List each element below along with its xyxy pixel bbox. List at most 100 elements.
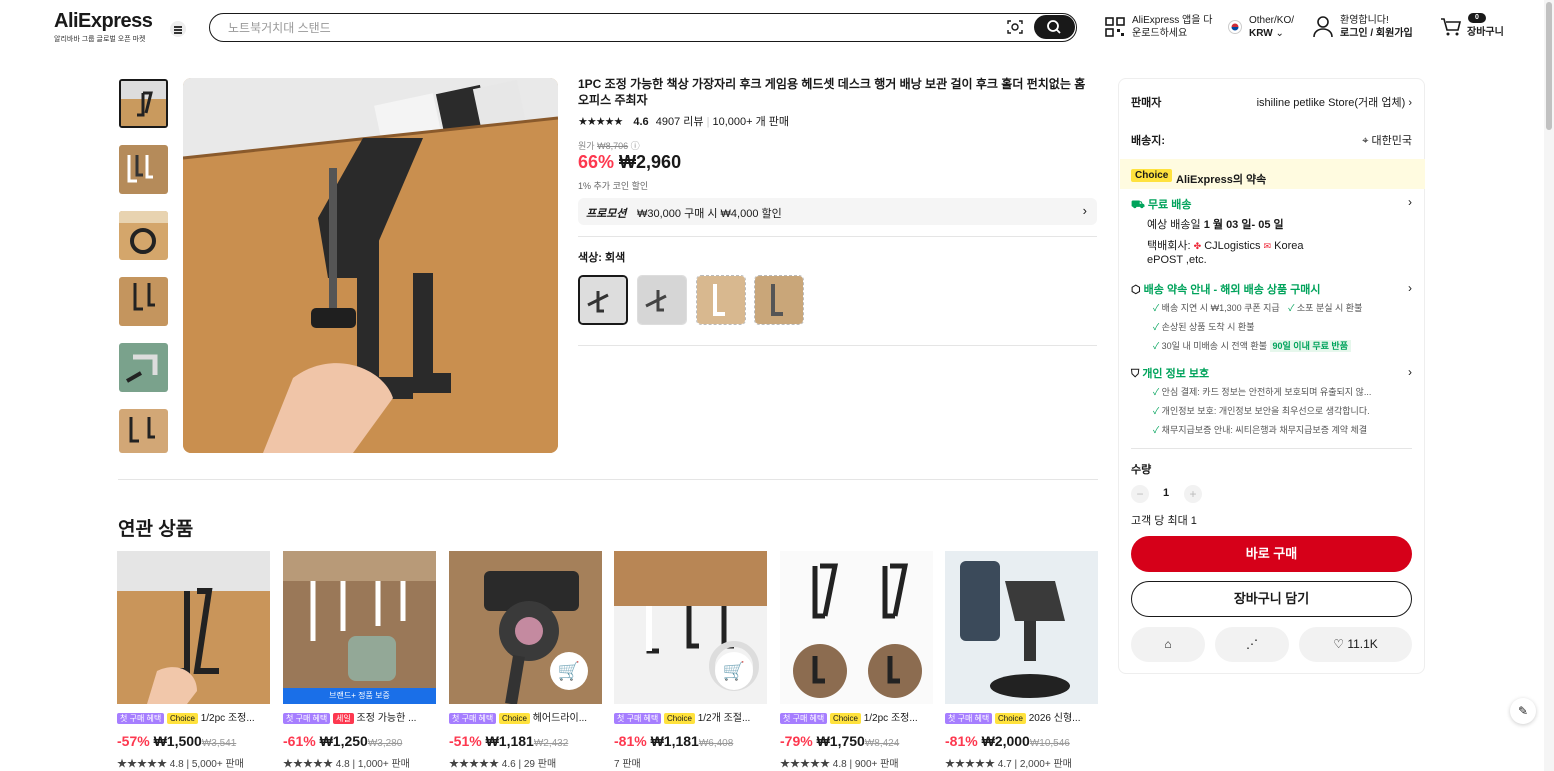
related-product-image[interactable]: 🛒 [614,551,767,704]
reviews-link[interactable]: 4907 리뷰 [656,116,704,128]
check-icon: ✓ [1153,406,1160,416]
chevron-right-icon[interactable]: › [1408,365,1412,379]
shield-check-icon: ⛉ [1131,368,1140,380]
related-product-name[interactable]: 조정 가능한 ... [357,713,417,724]
check-icon: ✓ [1153,387,1160,397]
purchase-panel: 판매자 ishiline petlike Store(거래 업체) › 배송지:… [1118,78,1425,674]
check-icon: ✓ [1288,303,1295,313]
related-product-name[interactable]: 헤어드라이... [533,713,587,724]
free-shipping[interactable]: ⛟ 무료 배송 [1131,196,1412,213]
check-icon: ✓ [1153,341,1160,351]
seller-link[interactable]: ishiline petlike Store(거래 업체) › [1131,94,1412,110]
cart-label[interactable]: 장바구니 [1467,26,1504,39]
store-icon: ⌂ [1164,637,1172,651]
gallery-thumb[interactable] [119,409,168,453]
gallery-thumb[interactable] [119,277,168,326]
color-swatch-4[interactable] [754,275,804,325]
region-currency-selector[interactable]: Other/KO/ KRW ⌄ [1249,14,1294,40]
image-search-icon[interactable] [1007,19,1023,35]
account-link[interactable]: 환영합니다! 로그인 / 회원가입 [1340,14,1413,40]
color-swatch-3[interactable] [696,275,746,325]
store-button[interactable]: ⌂ [1131,627,1205,662]
menu-icon[interactable] [170,21,186,37]
ship-to-selector[interactable]: ⌖ 대한민국 [1131,132,1412,148]
share-button[interactable]: ⋰ [1215,627,1289,662]
qr-code-icon[interactable] [1105,17,1125,37]
related-product-card[interactable]: 첫 구매 혜택 Choice 1/2pc 조정... -57% ₩1,500₩3… [117,551,270,770]
korea-flag-icon [1228,20,1242,34]
search-input[interactable] [228,18,988,37]
related-product-name[interactable]: 1/2pc 조정... [201,713,255,724]
color-label: 색상: 회색 [578,252,626,264]
related-product-image[interactable]: 🛒 [449,551,602,704]
related-product-card[interactable]: 브랜드+ 정품 보증 첫 구매 혜택 세일 조정 가능한 ... -61% ₩1… [283,551,436,770]
chevron-right-icon[interactable]: › [1408,195,1412,209]
divider [578,345,1097,346]
related-products-title: 연관 상품 [118,519,194,540]
shield-icon: ⬡ [1131,284,1141,296]
gallery-thumb[interactable] [119,343,168,392]
gallery-thumb[interactable] [119,79,168,128]
gallery-thumb[interactable] [119,211,168,260]
add-to-cart-icon[interactable]: 🛒 [715,652,753,690]
korea-post-logo-icon: ✉ [1263,241,1272,251]
related-product-image[interactable] [117,551,270,704]
related-product-image[interactable] [945,551,1098,704]
rating-stars-icon: ★★★★★ [117,759,167,770]
choice-badge: Choice [1131,169,1173,182]
color-swatch-gray[interactable] [578,275,628,325]
original-price: 원가 ₩8,706 ⓘ [578,141,640,151]
cart-count-badge: 0 [1468,13,1486,23]
product-title: 1PC 조정 가능한 책상 가장자리 후크 게임용 헤드셋 데스크 행거 배낭 … [578,77,1086,107]
quantity-decrease-button[interactable]: − [1131,485,1149,503]
gallery-thumb[interactable] [119,145,168,194]
related-product-image[interactable]: 브랜드+ 정품 보증 [283,551,436,704]
quantity-label: 수량 [1131,464,1152,476]
divider [1131,448,1412,449]
edit-icon[interactable]: ✎ [1510,698,1536,724]
related-product-name[interactable]: 1/2개 조절... [698,713,751,724]
color-swatch-2[interactable] [637,275,687,325]
chevron-right-icon: › [1082,203,1087,218]
related-product-image[interactable] [780,551,933,704]
search-bar [209,13,1077,42]
chevron-right-icon[interactable]: › [1408,281,1412,295]
add-to-cart-button[interactable]: 장바구니 담기 [1131,581,1412,617]
related-product-card[interactable]: 🛒 첫 구매 혜택 Choice 헤어드라이... -51% ₩1,181₩2,… [449,551,602,770]
main-product-image[interactable] [183,78,558,453]
rating-stars-icon: ★★★★★ [945,759,995,770]
rating-stars-icon: ★★★★★ [449,759,499,770]
buy-now-button[interactable]: 바로 구매 [1131,536,1412,572]
user-icon[interactable] [1313,16,1333,38]
scrollbar-thumb[interactable] [1546,2,1552,130]
related-product-card[interactable]: 첫 구매 혜택 Choice 1/2pc 조정... -79% ₩1,750₩8… [780,551,933,770]
delivery-promise[interactable]: ⬡ 배송 약속 안내 - 해외 배송 상품 구매시 [1131,281,1412,297]
related-product-name[interactable]: 1/2pc 조정... [864,713,918,724]
search-icon [1047,20,1061,34]
related-product-name[interactable]: 2026 신형... [1029,713,1081,724]
quantity-increase-button[interactable]: + [1184,485,1202,503]
sale-price: 66% ₩2,960 [578,152,682,172]
quantity-value[interactable]: 1 [1163,487,1169,499]
rating-summary: ★★★★★ 4.6 4907 리뷰 | 10,000+ 개 판매 [578,116,790,128]
related-product-card[interactable]: 🛒 첫 구매 혜택 Choice 1/2개 조절... -81% ₩1,181₩… [614,551,767,770]
share-icon: ⋰ [1246,637,1258,651]
check-icon: ✓ [1153,303,1160,313]
check-icon: ✓ [1153,322,1160,332]
add-to-cart-icon[interactable]: 🛒 [550,652,588,690]
chevron-right-icon: › [1408,97,1412,109]
aliexpress-logo[interactable]: AliExpress [54,10,153,33]
search-button[interactable] [1034,15,1075,39]
carrier-info: 택배회사: ✤ CJLogistics ✉ Korea [1147,240,1304,252]
privacy-protection[interactable]: ⛉ 개인 정보 보호 [1131,365,1412,381]
heart-icon: ♡ [1333,637,1344,651]
coin-discount-note: 1% 추가 코인 할인 [578,181,649,191]
cart-icon[interactable] [1440,17,1462,37]
related-product-card[interactable]: 첫 구매 혜택 Choice 2026 신형... -81% ₩2,000₩10… [945,551,1098,770]
wishlist-button[interactable]: ♡ 11.1K [1299,627,1412,662]
app-download-link[interactable]: AliExpress 앱을 다 운로드하세요 [1132,14,1212,40]
info-icon[interactable]: ⓘ [631,141,640,151]
rating-stars-icon: ★★★★★ [578,116,623,128]
chevron-down-icon: ⌄ [1275,28,1284,39]
promotion-banner[interactable]: 프로모션 ₩30,000 구매 시 ₩4,000 할인 › [578,198,1097,225]
